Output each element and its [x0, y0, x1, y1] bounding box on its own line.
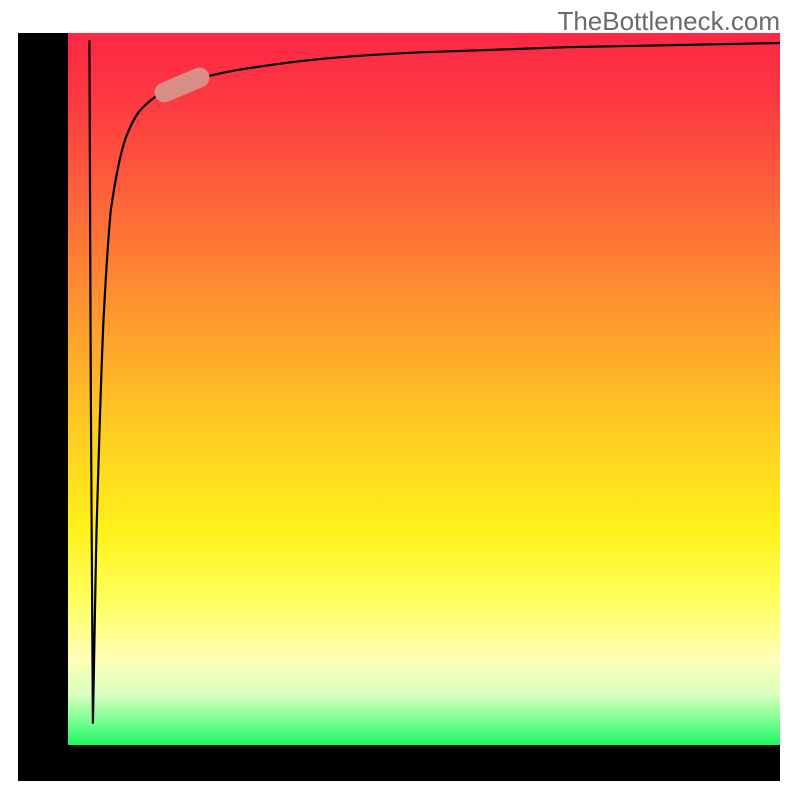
curve-line	[68, 33, 780, 745]
curve-path	[89, 40, 780, 724]
chart-stage: TheBottleneck.com	[0, 0, 800, 800]
chart-frame	[18, 33, 780, 781]
plot-area	[68, 33, 780, 745]
